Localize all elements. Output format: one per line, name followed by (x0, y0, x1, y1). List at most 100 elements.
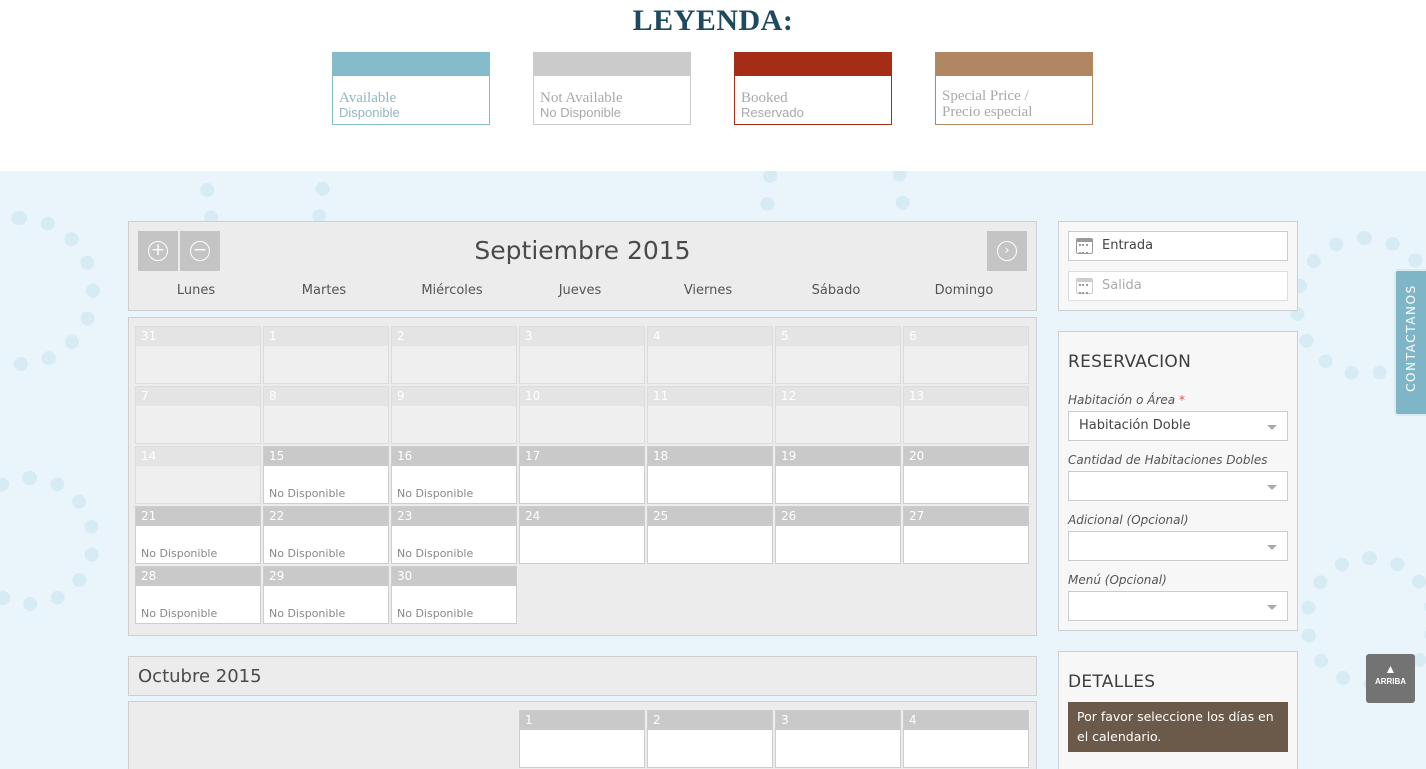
day-number: 16 (392, 447, 516, 466)
weekday-label: Viernes (683, 283, 733, 298)
menu-select[interactable] (1068, 591, 1288, 621)
calendar-day[interactable]: 25 (647, 506, 773, 564)
chevron-right-circle-icon: › (997, 241, 1017, 261)
legend-booked: Booked Reservado (734, 52, 892, 125)
chevron-down-icon (1267, 425, 1277, 430)
back-to-top-button[interactable]: ▲ ARRIBA (1366, 654, 1415, 703)
day-status: No Disponible (269, 547, 346, 560)
calendar-header: + − Septiembre 2015 › Lunes Martes Miérc… (128, 221, 1037, 311)
room-label-text: Habitación o Área (1068, 393, 1176, 407)
calendar-grid-october: 1234 (128, 701, 1037, 769)
day-number: 13 (904, 387, 1028, 406)
calendar-day[interactable]: 29 No Disponible (263, 566, 389, 624)
details-title: DETALLES (1068, 672, 1156, 692)
day-number: 12 (776, 387, 900, 406)
calendar-day[interactable]: 22 No Disponible (263, 506, 389, 564)
day-number: 24 (520, 507, 644, 526)
calendar-day[interactable]: 17 (519, 446, 645, 504)
checkin-placeholder: Entrada (1102, 238, 1154, 253)
calendar-day[interactable]: 24 (519, 506, 645, 564)
calendar-day[interactable]: 19 (775, 446, 901, 504)
legend-special-price-es: Precio especial (942, 104, 1033, 120)
extra-label: Adicional (Opcional) (1068, 513, 1189, 527)
day-number: 3 (520, 327, 644, 346)
calendar-day[interactable]: 20 (903, 446, 1029, 504)
chevron-down-icon (1267, 545, 1277, 550)
next-month-button[interactable]: › (987, 231, 1027, 271)
chevron-down-icon (1267, 605, 1277, 610)
room-select[interactable]: Habitación Doble (1068, 411, 1288, 441)
day-number: 27 (904, 507, 1028, 526)
day-status: No Disponible (269, 607, 346, 620)
day-number: 1 (520, 711, 644, 730)
calendar-day[interactable]: 28 No Disponible (135, 566, 261, 624)
day-number: 6 (904, 327, 1028, 346)
calendar-day[interactable]: 2 (647, 710, 773, 768)
legend-available: Available Disponible (332, 52, 490, 125)
weekday-label: Jueves (558, 283, 602, 298)
reservation-title: RESERVACION (1068, 352, 1192, 372)
day-number: 19 (776, 447, 900, 466)
contact-tab-label: CONTACTANOS (1404, 284, 1418, 392)
calendar-day[interactable]: 26 (775, 506, 901, 564)
day-number: 28 (136, 567, 260, 586)
calendar-day[interactable]: 16 No Disponible (391, 446, 517, 504)
checkin-field[interactable]: Entrada (1068, 231, 1288, 261)
day-status: No Disponible (141, 607, 218, 620)
calendar-day: 2 (391, 326, 517, 384)
calendar-day[interactable]: 3 (775, 710, 901, 768)
next-month-title: Octubre 2015 (128, 656, 1037, 696)
day-number: 7 (136, 387, 260, 406)
room-select-value: Habitación Doble (1079, 418, 1191, 433)
day-number: 10 (520, 387, 644, 406)
calendar-day[interactable]: 27 (903, 506, 1029, 564)
calendar-day: 6 (903, 326, 1029, 384)
legend-title: LEYENDA: (632, 4, 794, 37)
calendar-day[interactable]: 30 No Disponible (391, 566, 517, 624)
day-number: 23 (392, 507, 516, 526)
day-number: 3 (776, 711, 900, 730)
legend-not-available-en: Not Available (540, 90, 623, 106)
calendar-day[interactable]: 15 No Disponible (263, 446, 389, 504)
day-number: 2 (648, 711, 772, 730)
calendar-day[interactable]: 1 (519, 710, 645, 768)
checkout-field[interactable]: Salida (1068, 271, 1288, 301)
calendar-day: 3 (519, 326, 645, 384)
legend-special-price: Special Price / Precio especial (935, 52, 1093, 125)
calendar-day[interactable]: 23 No Disponible (391, 506, 517, 564)
day-number: 4 (904, 711, 1028, 730)
legend-not-available-es: No Disponible (540, 105, 621, 120)
required-mark: * (1178, 393, 1185, 407)
chevron-down-icon (1267, 485, 1277, 490)
calendar-icon (1076, 238, 1093, 254)
extra-select[interactable] (1068, 531, 1288, 561)
room-label: Habitación o Área * (1068, 393, 1185, 407)
calendar-day: 7 (135, 386, 261, 444)
calendar-icon (1076, 278, 1093, 294)
day-number: 30 (392, 567, 516, 586)
weekday-label: Sábado (811, 283, 861, 298)
calendar-day[interactable]: 4 (903, 710, 1029, 768)
calendar-day[interactable]: 18 (647, 446, 773, 504)
legend-special-price-swatch (936, 53, 1092, 76)
calendar-day: 8 (263, 386, 389, 444)
legend-section: LEYENDA: Available Disponible Not Availa… (0, 0, 1426, 171)
day-status: No Disponible (397, 487, 474, 500)
day-number: 9 (392, 387, 516, 406)
weekday-label: Martes (301, 283, 347, 298)
contact-tab[interactable]: CONTACTANOS (1394, 269, 1426, 416)
qty-select[interactable] (1068, 471, 1288, 501)
calendar-day: 4 (647, 326, 773, 384)
calendar-day: 13 (903, 386, 1029, 444)
reservation-panel: RESERVACION Habitación o Área * Habitaci… (1058, 331, 1298, 631)
calendar-day: 5 (775, 326, 901, 384)
calendar-day: 12 (775, 386, 901, 444)
calendar-day[interactable]: 21 No Disponible (135, 506, 261, 564)
calendar-day: 1 (263, 326, 389, 384)
day-status: No Disponible (397, 547, 474, 560)
day-number: 18 (648, 447, 772, 466)
day-status: No Disponible (269, 487, 346, 500)
ornament (0, 211, 100, 371)
day-number: 31 (136, 327, 260, 346)
details-panel: DETALLES Por favor seleccione los días e… (1058, 651, 1298, 769)
